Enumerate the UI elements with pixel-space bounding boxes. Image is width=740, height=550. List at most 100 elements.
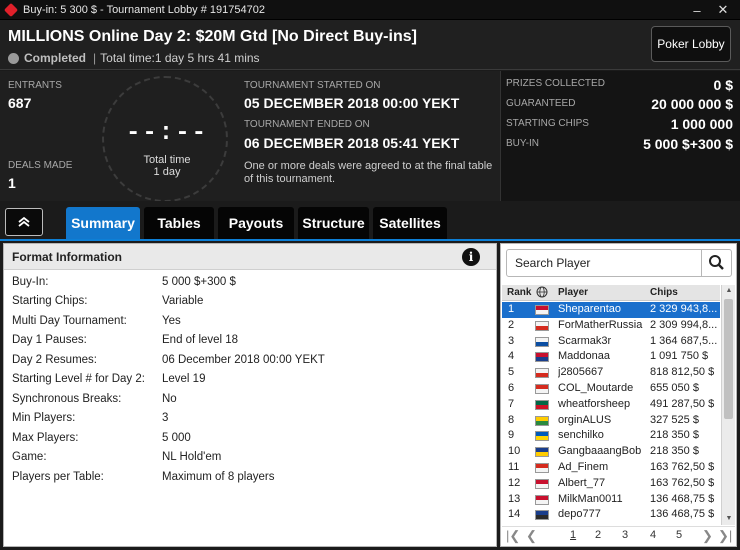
player-column-header[interactable]: Player — [558, 287, 588, 298]
prize-label: BUY-IN — [506, 138, 539, 149]
format-row-label: Starting Chips: — [12, 295, 88, 307]
search-icon — [709, 255, 724, 270]
scroll-up-icon[interactable]: ▲ — [722, 285, 736, 297]
player-row[interactable]: 2 ForMatherRussia 2 309 994,8... — [502, 318, 720, 334]
player-chips: 2 309 994,8... — [650, 318, 718, 331]
player-row[interactable]: 1 Sheparentao 2 329 943,8... — [502, 302, 720, 318]
prev-page-icon[interactable]: ❮ — [526, 528, 537, 544]
started-value: 05 DECEMBER 2018 00:00 YEKT — [244, 95, 460, 111]
prize-value: 1 000 000 — [670, 116, 733, 132]
player-chips: 218 350 $ — [650, 445, 699, 458]
player-rank: 9 — [508, 429, 515, 442]
player-row[interactable]: 11 Ad_Finem 163 762,50 $ — [502, 460, 720, 476]
search-player-input[interactable] — [507, 250, 701, 276]
format-row-value: End of level 18 — [162, 334, 239, 346]
player-row[interactable]: 10 GangbaaangBob 218 350 $ — [502, 444, 720, 460]
player-row[interactable]: 12 Albert_77 163 762,50 $ — [502, 476, 720, 492]
rank-column-header[interactable]: Rank — [507, 287, 531, 298]
prize-value: 0 $ — [713, 77, 733, 93]
next-page-icon[interactable]: ❯ — [702, 528, 713, 544]
country-flag-icon — [535, 415, 549, 426]
tab-satellites[interactable]: Satellites — [373, 207, 447, 239]
scroll-down-icon[interactable]: ▼ — [722, 513, 736, 525]
clock-dial: --:-- Total time 1 day — [102, 76, 228, 202]
player-name: Ad_Finem — [558, 461, 609, 473]
close-icon[interactable]: ✕ — [710, 2, 736, 18]
search-button[interactable] — [701, 250, 731, 276]
tab-payouts[interactable]: Payouts — [218, 207, 294, 239]
format-row-label: Players per Table: — [12, 471, 104, 483]
player-row[interactable]: 14 depo777 136 468,75 $ — [502, 507, 720, 523]
player-row[interactable]: 5 j2805667 818 812,50 $ — [502, 365, 720, 381]
player-name: Scarmak3r — [558, 334, 612, 347]
ended-value: 06 DECEMBER 2018 05:41 YEKT — [244, 135, 460, 151]
format-row-value: NL Hold'em — [162, 451, 222, 463]
tab-bar: Summary Tables Payouts Structure Satelli… — [0, 201, 740, 241]
player-chips: 491 287,50 $ — [650, 397, 715, 410]
collapse-button[interactable] — [5, 208, 43, 236]
player-name: depo777 — [558, 508, 601, 521]
player-row[interactable]: 9 senchilko 218 350 $ — [502, 428, 720, 444]
tab-tables[interactable]: Tables — [144, 207, 214, 239]
window-title: Buy-in: 5 300 $ - Tournament Lobby # 191… — [23, 3, 265, 16]
player-row[interactable]: 6 COL_Moutarde 655 050 $ — [502, 381, 720, 397]
players-scrollbar[interactable]: ▲ ▼ — [721, 285, 735, 525]
player-name: Albert_77 — [558, 476, 606, 489]
player-name: GangbaaangBob — [558, 445, 642, 458]
player-rank: 5 — [508, 366, 515, 379]
player-name: COL_Moutarde — [558, 382, 634, 394]
player-rank: 13 — [508, 492, 521, 505]
chips-column-header[interactable]: Chips — [650, 287, 678, 298]
country-flag-icon — [535, 336, 549, 347]
player-row[interactable]: 8 orginALUS 327 525 $ — [502, 413, 720, 429]
player-name: orginALUS — [558, 413, 612, 426]
format-row-value: 5 000 $+300 $ — [162, 276, 236, 288]
player-name: senchilko — [558, 429, 604, 442]
info-icon[interactable]: i — [462, 248, 480, 266]
page-link[interactable]: 5 — [676, 529, 682, 541]
format-row-label: Buy-In: — [12, 276, 49, 288]
country-flag-icon — [535, 368, 549, 379]
tab-summary[interactable]: Summary — [66, 207, 140, 239]
globe-icon[interactable] — [536, 286, 548, 301]
first-page-icon[interactable]: |❮ — [506, 528, 520, 544]
country-flag-icon — [535, 384, 549, 394]
poker-lobby-button[interactable]: Poker Lobby — [651, 26, 731, 62]
country-flag-icon — [535, 510, 549, 521]
deal-note: One or more deals were agreed to at the … — [244, 160, 493, 185]
player-name: Sheparentao — [558, 303, 621, 315]
format-row-value: Maximum of 8 players — [162, 471, 275, 483]
player-rank: 2 — [508, 318, 515, 331]
tab-structure[interactable]: Structure — [298, 207, 369, 239]
status-separator: | — [93, 51, 97, 65]
deals-made-label: DEALS MADE — [8, 160, 73, 171]
player-chips: 163 762,50 $ — [650, 476, 715, 489]
player-chips: 818 812,50 $ — [650, 366, 715, 379]
entrants-label: ENTRANTS — [8, 80, 62, 91]
clock-digits: --:-- — [125, 120, 208, 147]
player-row[interactable]: 4 Maddonaa 1 091 750 $ — [502, 349, 720, 365]
format-row-label: Min Players: — [12, 412, 76, 424]
format-row-label: Multi Day Tournament: — [12, 315, 127, 327]
pokerstars-logo-icon — [3, 2, 19, 17]
page-link[interactable]: 3 — [622, 529, 628, 541]
player-chips: 327 525 $ — [650, 413, 699, 426]
last-page-icon[interactable]: ❯| — [718, 528, 732, 544]
minimize-icon[interactable]: – — [684, 3, 710, 18]
page-link[interactable]: 4 — [650, 529, 656, 541]
page-link[interactable]: 1 — [570, 529, 576, 541]
player-rank: 10 — [508, 445, 521, 458]
player-row[interactable]: 7 wheatforsheep 491 287,50 $ — [502, 397, 720, 413]
prize-label: PRIZES COLLECTED — [506, 78, 605, 89]
country-flag-icon — [535, 494, 549, 505]
prize-value: 20 000 000 $ — [651, 96, 733, 112]
country-flag-icon — [535, 305, 549, 315]
player-name: j2805667 — [558, 366, 604, 379]
player-row[interactable]: 3 Scarmak3r 1 364 687,5... — [502, 334, 720, 350]
player-rank: 7 — [508, 397, 515, 410]
player-chips: 163 762,50 $ — [650, 461, 715, 473]
scroll-thumb[interactable] — [724, 299, 733, 419]
player-row[interactable]: 13 MilkMan0011 136 468,75 $ — [502, 492, 720, 508]
format-row-value: 5 000 — [162, 432, 191, 444]
page-link[interactable]: 2 — [595, 529, 601, 541]
